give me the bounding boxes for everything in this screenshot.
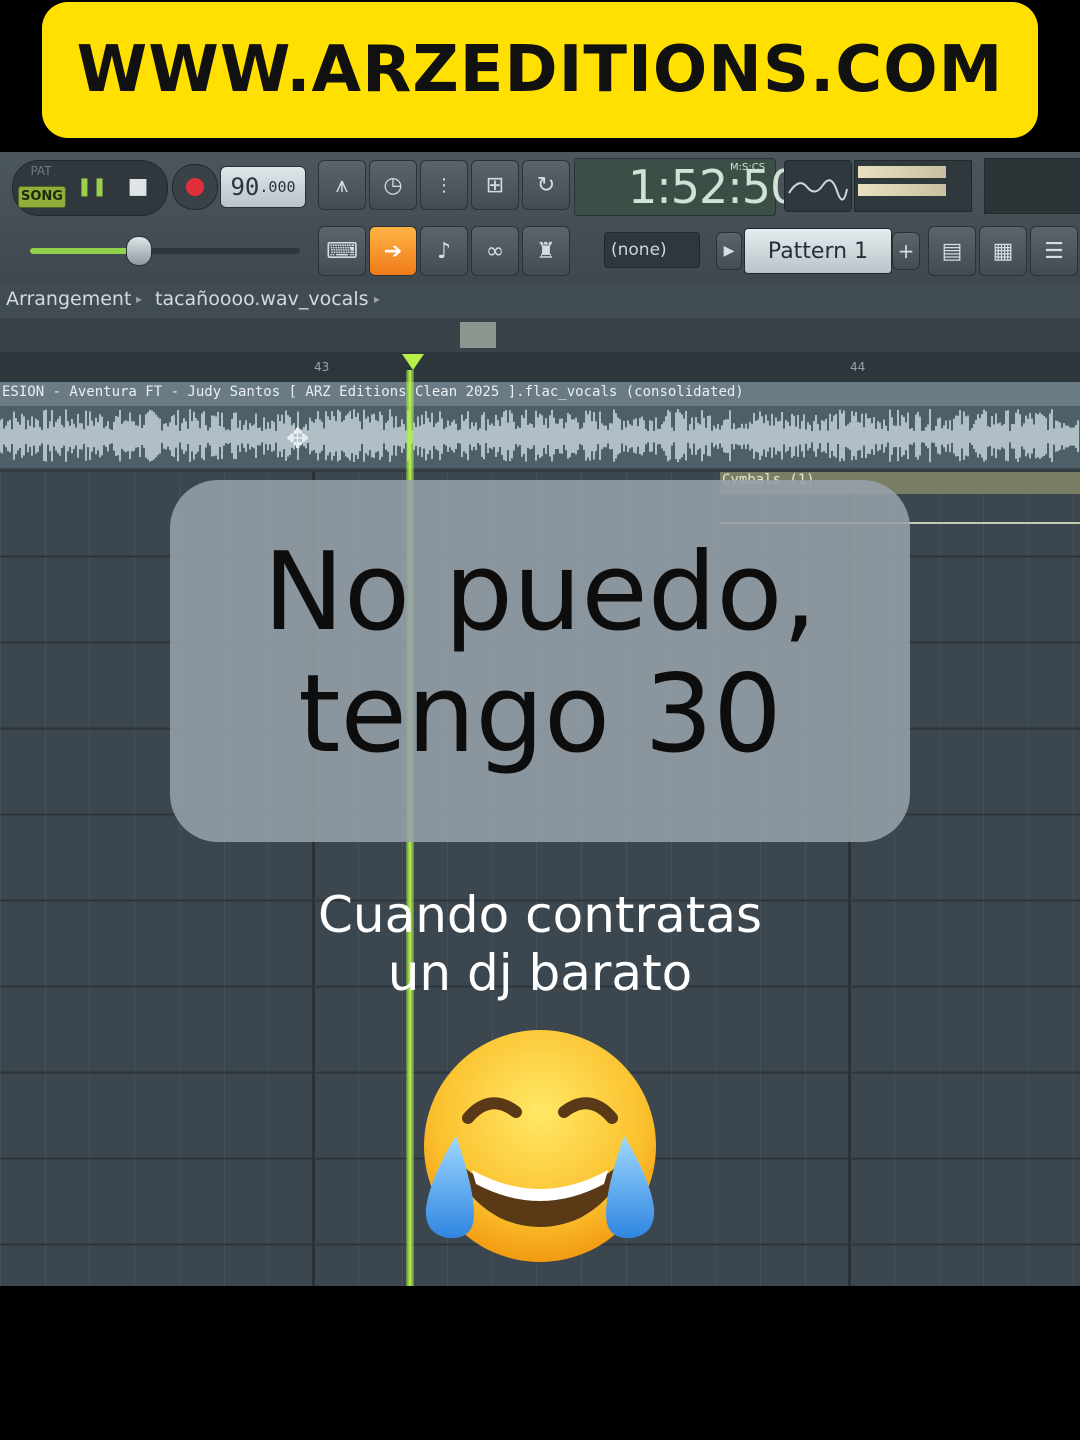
banner-url-text: WWW.ARZEDITIONS.COM xyxy=(76,33,1004,107)
add-pattern-button[interactable]: + xyxy=(892,232,920,270)
subtitle-line-1: Cuando contratas xyxy=(317,886,763,944)
song-time-format: M:S:CS xyxy=(730,162,766,173)
metronome-button[interactable]: ⩚ xyxy=(318,160,366,210)
meter-right-bar xyxy=(858,184,946,196)
playlist-overview-scrollbar[interactable] xyxy=(0,318,1080,352)
chevron-right-icon: ▸ xyxy=(374,292,381,306)
audio-clip-title: ESION - Aventura FT - Judy Santos [ ARZ … xyxy=(2,384,744,400)
oscilloscope xyxy=(784,160,852,212)
loop-icon: ↻ xyxy=(536,172,556,198)
browser-arrow-button[interactable]: ➔ xyxy=(369,226,417,276)
tempo-value: 90 xyxy=(230,173,260,201)
breadcrumb-track[interactable]: tacañoooo.wav_vocals xyxy=(155,288,369,310)
pattern-selector[interactable]: Pattern 1 xyxy=(744,228,892,274)
snap-select[interactable]: (none) xyxy=(604,232,700,268)
step-edit-button[interactable]: ⊞ xyxy=(471,160,519,210)
countdown-icon: ⋮ xyxy=(435,174,453,196)
song-mode-button[interactable]: SONG xyxy=(18,186,66,208)
step-sequencer-button[interactable]: ▦ xyxy=(979,226,1027,276)
stamp-button[interactable]: ♜ xyxy=(522,226,570,276)
step-edit-icon: ⊞ xyxy=(485,172,505,198)
mixer-icon: ☰ xyxy=(1044,238,1064,264)
tempo-fraction: .000 xyxy=(259,178,296,196)
plus-icon: + xyxy=(897,239,915,263)
breadcrumb-arrangement[interactable]: Arrangement xyxy=(6,288,131,310)
caption-line-2: tengo 30 xyxy=(298,652,782,777)
master-volume-fill xyxy=(30,248,138,254)
wait-input-button[interactable]: ◷ xyxy=(369,160,417,210)
arrow-right-icon: ➔ xyxy=(383,238,403,264)
master-volume-knob[interactable] xyxy=(126,236,152,266)
stop-button[interactable]: ■ xyxy=(118,166,158,206)
song-time-value: 1:52:50 xyxy=(628,160,799,214)
play-triangle-icon: ▶ xyxy=(723,243,735,259)
move-cursor-icon: ✥ xyxy=(286,422,310,455)
website-banner: WWW.ARZEDITIONS.COM xyxy=(42,2,1038,138)
tempo-display[interactable]: 90.000 xyxy=(220,166,306,208)
waveform-icon xyxy=(788,179,848,201)
sequencer-icon: ▦ xyxy=(992,238,1014,264)
pat-mode-label[interactable]: PAT xyxy=(16,164,66,178)
audio-waveform xyxy=(0,409,1079,463)
pattern-prev-button[interactable]: ▶ xyxy=(716,232,742,270)
wait-icon: ◷ xyxy=(383,172,403,198)
chevron-right-icon: ▸ xyxy=(136,292,143,306)
stamp-icon: ♜ xyxy=(536,238,556,264)
hint-panel xyxy=(984,158,1080,214)
record-icon xyxy=(186,178,204,196)
tears-of-joy-emoji-icon xyxy=(424,1030,656,1262)
timeline-ruler[interactable] xyxy=(0,352,1080,382)
link-icon: ∞ xyxy=(485,238,505,264)
channel-rack-button[interactable]: ♪ xyxy=(420,226,468,276)
bar-number: 44 xyxy=(850,360,866,374)
overview-viewport-handle[interactable] xyxy=(460,322,496,348)
pen-icon: ♪ xyxy=(436,238,452,264)
subtitle-line-2: un dj barato xyxy=(387,944,693,1002)
stop-icon: ■ xyxy=(127,173,149,199)
loop-record-button[interactable]: ↻ xyxy=(522,160,570,210)
waveform-path xyxy=(0,409,1079,463)
playlist-button[interactable]: ▤ xyxy=(928,226,976,276)
pause-button[interactable]: ❚❚ xyxy=(72,166,112,206)
playhead-marker[interactable] xyxy=(402,354,424,370)
bar-number: 43 xyxy=(314,360,330,374)
mixer-button[interactable]: ☰ xyxy=(1030,226,1078,276)
countdown-button[interactable]: ⋮ xyxy=(420,160,468,210)
record-button[interactable] xyxy=(172,164,218,210)
playlist-icon: ▤ xyxy=(941,238,963,264)
caption-line-1: No puedo, xyxy=(263,530,817,655)
pause-icon: ❚❚ xyxy=(76,175,108,197)
piano-icon: ⌨ xyxy=(326,238,358,264)
piano-roll-button[interactable]: ⌨ xyxy=(318,226,366,276)
metronome-icon: ⩚ xyxy=(335,172,349,198)
meter-left-bar xyxy=(858,166,946,178)
link-button[interactable]: ∞ xyxy=(471,226,519,276)
